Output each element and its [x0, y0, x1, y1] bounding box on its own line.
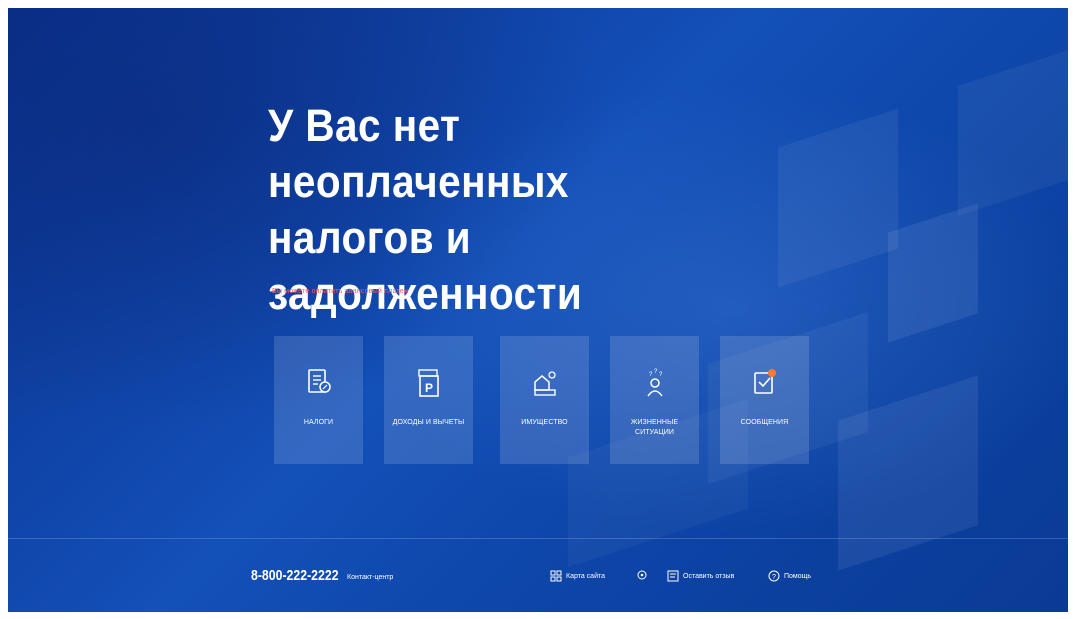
tile-messages[interactable]: СООБЩЕНИЯ	[720, 336, 809, 464]
svg-text:?: ?	[654, 369, 658, 375]
tile-label: ДОХОДЫ И ВЫЧЕТЫ	[392, 419, 465, 426]
property-icon	[533, 371, 556, 396]
life-situations-icon: ? ? ?	[646, 369, 663, 397]
decorative-pane	[778, 108, 898, 288]
tile-life-situations[interactable]: ? ? ? ЖИЗНЕННЫЕ СИТУАЦИИ	[610, 336, 699, 464]
accessibility-link[interactable]	[637, 570, 647, 580]
page-title-line1: У Вас нет неоплаченных	[268, 100, 569, 207]
tile-label: ИМУЩЕСТВО	[521, 419, 568, 426]
svg-text:P: P	[424, 381, 432, 395]
contact-center-label: Контакт-центр	[347, 574, 394, 581]
advance-payment-link[interactable]: Вы можете оплатить авансовый платеж	[272, 288, 409, 295]
help-icon: ?	[768, 570, 780, 582]
feedback-icon	[667, 570, 679, 582]
svg-text:?: ?	[659, 372, 663, 378]
messages-icon	[753, 369, 776, 394]
page-title-line2: налогов и задолженности	[268, 212, 583, 319]
svg-text:?: ?	[649, 372, 653, 378]
sitemap-link[interactable]: Карта сайта	[550, 570, 605, 582]
tile-label: СООБЩЕНИЯ	[740, 419, 789, 426]
help-link[interactable]: ? Помощь	[768, 570, 811, 582]
notification-badge	[767, 369, 776, 377]
tile-label: ЖИЗНЕННЫЕ СИТУАЦИИ	[630, 419, 679, 436]
income-deductions-icon: P	[417, 369, 439, 397]
svg-text:?: ?	[772, 574, 776, 581]
feedback-link[interactable]: Оставить отзыв	[667, 570, 734, 582]
tile-property[interactable]: ИМУЩЕСТВО	[500, 336, 589, 464]
footer-divider	[0, 538, 1075, 539]
tile-taxes[interactable]: НАЛОГИ	[274, 336, 363, 464]
sitemap-link-label: Карта сайта	[566, 572, 605, 580]
decorative-pane	[958, 50, 1068, 216]
decorative-pane	[888, 203, 978, 343]
help-link-label: Помощь	[784, 572, 812, 580]
feedback-link-label: Оставить отзыв	[683, 572, 735, 580]
tax-document-icon	[307, 369, 331, 393]
accessibility-icon	[637, 570, 647, 580]
sitemap-icon	[550, 570, 562, 582]
contact-phone[interactable]: 8-800-222-2222	[251, 567, 339, 584]
tile-label: НАЛОГИ	[303, 419, 334, 426]
tile-income-deductions[interactable]: P ДОХОДЫ И ВЫЧЕТЫ	[384, 336, 473, 464]
